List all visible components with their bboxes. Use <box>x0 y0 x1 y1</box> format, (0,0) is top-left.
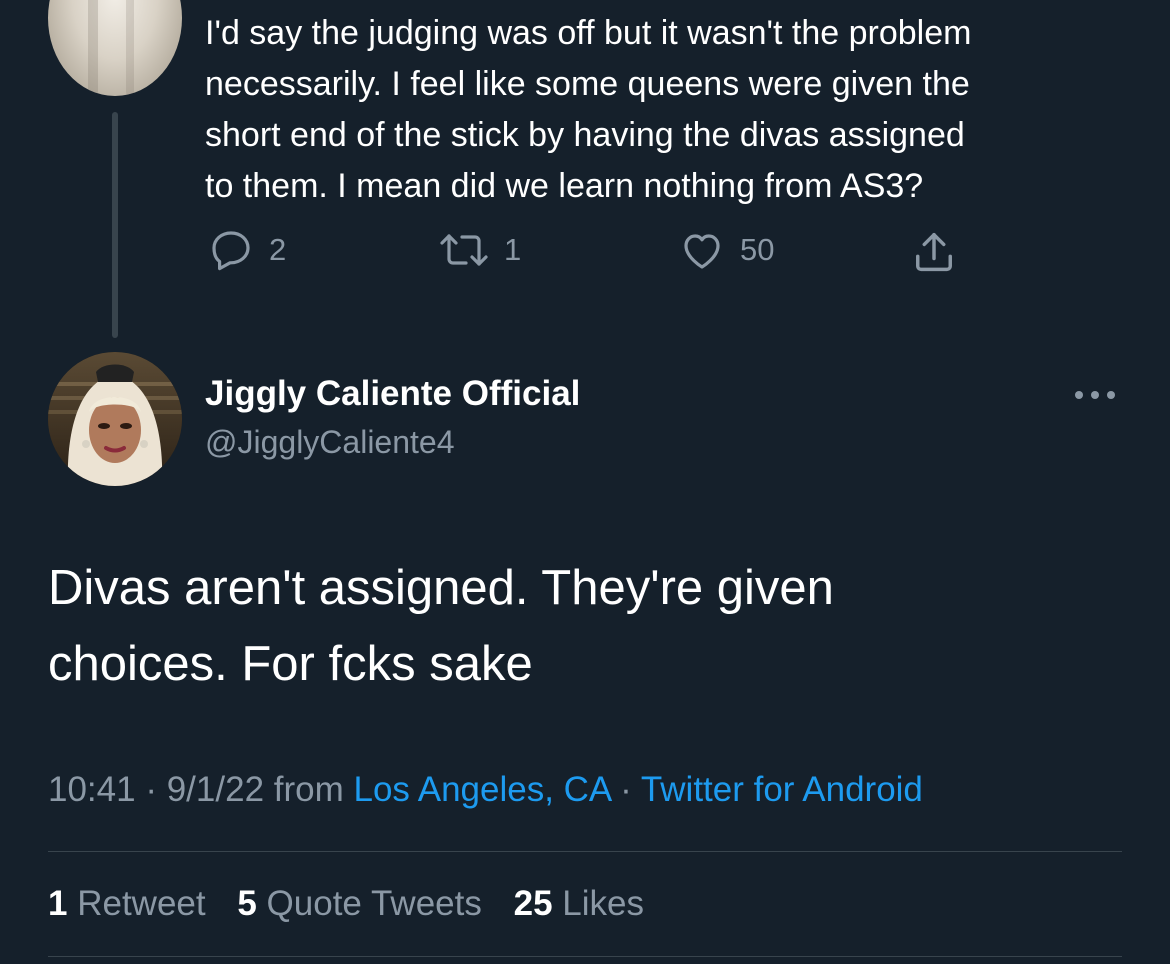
parent-avatar[interactable] <box>48 0 182 96</box>
more-options-icon[interactable] <box>1072 382 1118 408</box>
parent-tweet-text: I'd say the judging was off but it wasn'… <box>205 14 972 205</box>
tweet-stats: 1 Retweet 5 Quote Tweets 25 Likes <box>48 884 666 924</box>
source-link[interactable]: Twitter for Android <box>641 770 923 809</box>
retweets-count: 1 <box>48 884 68 923</box>
quotes-stat[interactable]: 5 Quote Tweets <box>237 884 482 923</box>
tweet-time[interactable]: 10:41 <box>48 770 136 809</box>
likes-label: Likes <box>562 884 644 923</box>
location-link[interactable]: Los Angeles, CA <box>354 770 611 809</box>
tweet-date[interactable]: 9/1/22 <box>167 770 264 809</box>
quotes-count: 5 <box>237 884 257 923</box>
like-button[interactable]: 50 <box>678 226 774 274</box>
author-avatar[interactable] <box>48 352 182 486</box>
retweets-label: Retweet <box>77 884 206 923</box>
meta-separator: · <box>145 770 157 809</box>
from-label: from <box>273 770 344 809</box>
meta-separator: · <box>620 770 632 809</box>
like-count: 50 <box>740 232 775 267</box>
like-icon <box>684 234 720 269</box>
likes-count: 25 <box>513 884 553 923</box>
reply-count: 2 <box>269 232 287 267</box>
divider <box>48 851 1122 852</box>
retweet-button[interactable]: 1 <box>438 226 521 274</box>
quotes-label: Quote Tweets <box>266 884 482 923</box>
tweet-metadata: 10:41 · 9/1/22 from Los Angeles, CA · Tw… <box>48 770 923 810</box>
author-display-name[interactable]: Jiggly Caliente Official <box>205 374 580 414</box>
retweets-stat[interactable]: 1 Retweet <box>48 884 206 923</box>
share-icon <box>916 232 952 272</box>
tweet-text: Divas aren't assigned. They're given cho… <box>48 561 834 691</box>
thread-connector-line <box>112 112 118 338</box>
divider <box>48 956 1122 957</box>
retweet-count: 1 <box>504 232 522 267</box>
author-handle[interactable]: @JigglyCaliente4 <box>205 424 455 461</box>
likes-stat[interactable]: 25 Likes <box>514 884 644 923</box>
share-button[interactable] <box>908 226 960 278</box>
retweet-icon <box>440 234 488 266</box>
reply-button[interactable]: 2 <box>207 226 286 274</box>
reply-icon <box>212 231 250 271</box>
